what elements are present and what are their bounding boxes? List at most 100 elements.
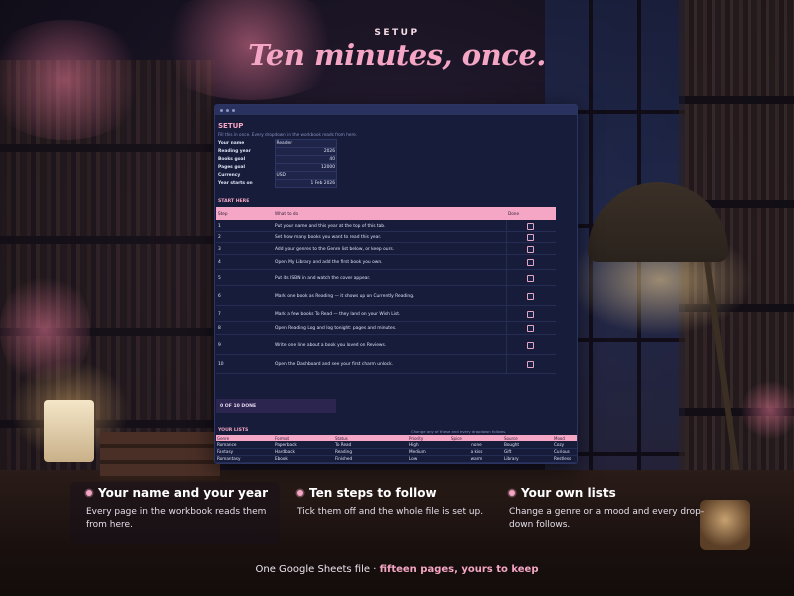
step-done-checkbox[interactable] bbox=[527, 274, 534, 282]
feature-card-title: Ten steps to follow bbox=[297, 486, 487, 500]
settings-key: Reading year bbox=[218, 149, 251, 154]
lists-cell[interactable]: Curious bbox=[553, 448, 577, 456]
lists-cell[interactable]: Bought bbox=[503, 441, 553, 449]
lists-cell[interactable]: High bbox=[408, 441, 450, 449]
lists-cell[interactable]: warm bbox=[450, 455, 503, 463]
lists-row: Romance Paperback To Read High none Bought Coz… bbox=[216, 441, 577, 449]
lists-cell[interactable]: Fantasy bbox=[216, 448, 274, 456]
lists-cell[interactable]: Romantasy bbox=[216, 455, 274, 463]
sheet-subtitle: Fill this in once. Every dropdown in the… bbox=[218, 132, 357, 137]
step-row: 3 Add your genres to the Genre list below… bbox=[216, 243, 556, 255]
settings-row: Pages goal 12000 bbox=[217, 163, 337, 172]
column-divider bbox=[506, 243, 507, 254]
headline: Ten minutes, once. bbox=[248, 38, 546, 72]
feature-card-steps: Ten steps to follow Tick them off and th… bbox=[297, 486, 487, 544]
step-done-checkbox[interactable] bbox=[527, 325, 534, 332]
lists-cell[interactable]: Romance bbox=[216, 441, 274, 449]
feature-card-title: Your own lists bbox=[509, 486, 719, 500]
step-done-checkbox[interactable] bbox=[527, 341, 534, 349]
step-number: 6 bbox=[218, 293, 221, 299]
spreadsheet-preview: SETUP Fill this in once. Every dropdown … bbox=[214, 104, 578, 464]
settings-value-field[interactable]: 12000 bbox=[274, 163, 337, 172]
lists-cell[interactable]: Cozy bbox=[553, 441, 577, 449]
step-text: Add your genres to the Genre list below,… bbox=[275, 246, 395, 252]
cherry-blossom-right bbox=[740, 380, 794, 440]
step-row: 4 Open My Library and add the first book … bbox=[216, 255, 556, 270]
lists-cell[interactable]: Paperback bbox=[274, 441, 334, 449]
column-divider bbox=[506, 220, 507, 231]
step-text: Put your name and this year at the top o… bbox=[275, 223, 386, 229]
bullet-icon bbox=[86, 490, 92, 496]
step-done-checkbox[interactable] bbox=[527, 245, 534, 253]
column-divider bbox=[506, 232, 507, 242]
window-dot-icon bbox=[220, 108, 223, 112]
column-divider bbox=[506, 335, 507, 354]
feature-card-body: Tick them off and the whole file is set … bbox=[297, 507, 484, 517]
step-row: 2 Set how many books you want to read thi… bbox=[216, 232, 556, 243]
step-text: Put its ISBN in and watch the cover appe… bbox=[275, 275, 371, 281]
feature-card-body: Every page in the workbook reads them fr… bbox=[86, 507, 267, 530]
lists-cell[interactable]: Reading bbox=[334, 448, 408, 456]
lists-note: Change any of these and every dropdown f… bbox=[411, 429, 507, 434]
step-number: 3 bbox=[218, 246, 221, 252]
lists-cell[interactable]: Ebook bbox=[274, 455, 334, 463]
lists-cell[interactable]: Finished bbox=[334, 455, 408, 463]
start-here-heading: START HERE bbox=[218, 199, 250, 204]
lists-row: Romantasy Ebook Finished Low warm Library Rest… bbox=[216, 455, 577, 463]
footer-tagline: One Google Sheets file · fifteen pages, … bbox=[0, 564, 794, 575]
settings-value-field[interactable]: 2026 bbox=[274, 147, 337, 156]
step-done-checkbox[interactable] bbox=[527, 292, 534, 300]
lists-cell[interactable]: Gift bbox=[503, 448, 553, 456]
settings-row: Your name Reader bbox=[217, 139, 337, 148]
step-done-checkbox[interactable] bbox=[527, 259, 534, 266]
footer-prefix: One Google Sheets file · bbox=[255, 564, 380, 575]
step-text: Open Reading Log and log tonight: pages … bbox=[275, 326, 397, 331]
lists-cell[interactable]: a kiss bbox=[450, 448, 503, 456]
steps-header-what: What to do bbox=[275, 211, 299, 216]
lists-cell[interactable]: Restless bbox=[553, 455, 577, 463]
candle-icon bbox=[44, 400, 94, 462]
settings-value-field[interactable]: 1 Feb 2026 bbox=[274, 179, 337, 188]
step-done-checkbox[interactable] bbox=[527, 222, 534, 230]
step-done-checkbox[interactable] bbox=[527, 310, 534, 318]
settings-key: Currency bbox=[218, 173, 241, 178]
feature-card-name-year: Your name and your year Every page in th… bbox=[86, 486, 276, 544]
step-done-checkbox[interactable] bbox=[527, 234, 534, 241]
step-done-checkbox[interactable] bbox=[527, 361, 534, 368]
lists-table: Genre Format Status Priority Spice Source Mood… bbox=[216, 435, 577, 463]
settings-value-field[interactable]: USD bbox=[274, 171, 337, 180]
footer-accent: fifteen pages, yours to keep bbox=[379, 564, 539, 575]
lists-heading: YOUR LISTS bbox=[218, 428, 249, 433]
bullet-icon bbox=[297, 490, 303, 496]
lists-cell[interactable]: Low bbox=[408, 455, 450, 463]
feature-card-title-text: Ten steps to follow bbox=[309, 486, 437, 500]
lists-cell[interactable]: Medium bbox=[408, 448, 450, 456]
settings-row: Year starts on 1 Feb 2026 bbox=[217, 179, 337, 188]
column-divider bbox=[506, 270, 507, 285]
settings-key: Books goal bbox=[218, 157, 246, 162]
feature-card-title-text: Your name and your year bbox=[98, 486, 269, 500]
settings-key: Pages goal bbox=[218, 165, 245, 170]
lists-cell[interactable]: To Read bbox=[334, 441, 408, 449]
step-row: 10 Open the Dashboard and see your first … bbox=[216, 355, 556, 374]
settings-row: Currency USD bbox=[217, 171, 337, 180]
settings-table: Your name Reader Reading year 2026 Books goa… bbox=[217, 139, 337, 188]
lists-cell[interactable]: Hardback bbox=[274, 448, 334, 456]
column-divider bbox=[506, 306, 507, 321]
step-text: Open My Library and add the first book y… bbox=[275, 260, 383, 265]
progress-counter: 0 OF 10 DONE bbox=[216, 399, 336, 413]
book-stack bbox=[100, 432, 220, 480]
step-number: 2 bbox=[218, 235, 221, 240]
settings-row: Books goal 40 bbox=[217, 155, 337, 164]
lists-row: Fantasy Hardback Reading Medium a kiss Gift Cu… bbox=[216, 448, 577, 456]
step-text: Open the Dashboard and see your first ch… bbox=[275, 362, 394, 367]
steps-header-step: Step bbox=[218, 211, 228, 216]
settings-value-field[interactable]: Reader bbox=[274, 139, 337, 148]
column-divider bbox=[506, 286, 507, 305]
lists-cell[interactable]: Library bbox=[503, 455, 553, 463]
step-number: 1 bbox=[218, 223, 221, 229]
step-text: Write one line about a book you loved on… bbox=[275, 342, 387, 348]
window-dot-icon bbox=[226, 108, 229, 112]
lists-cell[interactable]: none bbox=[450, 441, 503, 449]
settings-value-field[interactable]: 40 bbox=[274, 155, 337, 164]
